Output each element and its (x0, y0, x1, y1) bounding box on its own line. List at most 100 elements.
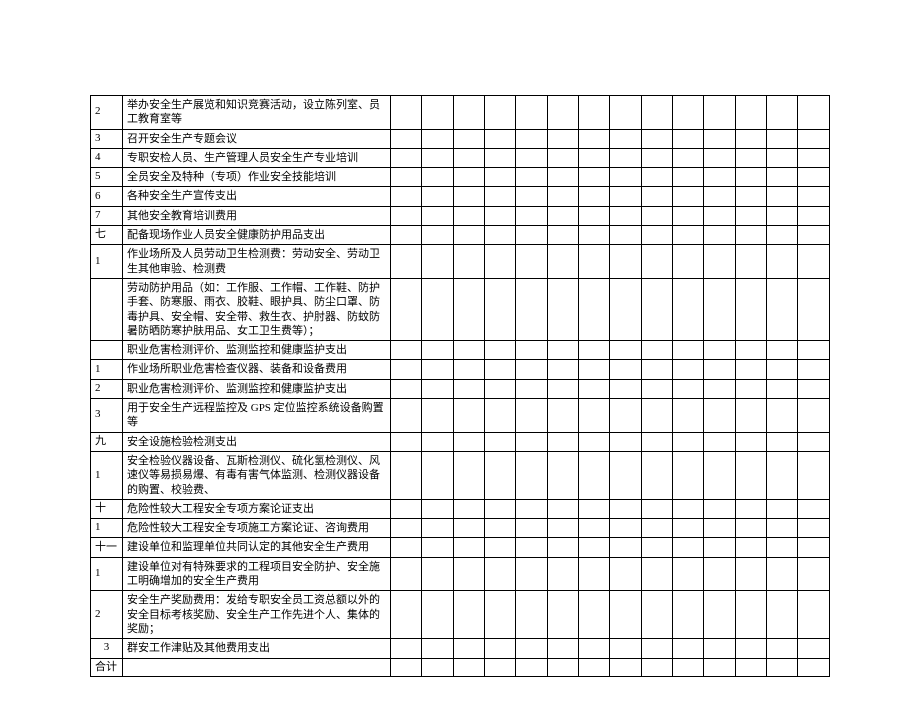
blank-cell (735, 538, 766, 557)
table-row: 6各种安全生产宣传支出 (91, 187, 830, 206)
blank-cell (704, 168, 735, 187)
blank-cell (391, 499, 422, 518)
blank-cell (547, 187, 578, 206)
blank-cell (735, 206, 766, 225)
blank-cell (422, 658, 453, 677)
blank-cell (485, 432, 516, 451)
blank-cell (767, 591, 798, 639)
blank-cell (579, 206, 610, 225)
blank-cell (391, 278, 422, 340)
blank-cell (641, 451, 672, 499)
row-number-cell: 合计 (91, 658, 123, 677)
row-description-cell: 群安工作津贴及其他费用支出 (123, 639, 391, 658)
row-description-cell: 安全生产奖励费用：发给专职安全员工资总额以外的安全目标考核奖励、安全生产工作先进… (123, 591, 391, 639)
blank-cell (673, 360, 704, 379)
blank-cell (422, 519, 453, 538)
blank-cell (610, 432, 641, 451)
row-description-cell (123, 658, 391, 677)
row-description-cell: 安全设施检验检测支出 (123, 432, 391, 451)
blank-cell (391, 538, 422, 557)
blank-cell (516, 557, 547, 591)
blank-cell (641, 379, 672, 398)
blank-cell (798, 519, 830, 538)
blank-cell (610, 379, 641, 398)
row-number-cell: 1 (91, 360, 123, 379)
blank-cell (579, 557, 610, 591)
blank-cell (735, 341, 766, 360)
blank-cell (704, 591, 735, 639)
table-row: 1作业场所及人员劳动卫生检测费：劳动安全、劳动卫生其他审验、检测费 (91, 245, 830, 279)
blank-cell (391, 206, 422, 225)
row-number-cell: 十一 (91, 538, 123, 557)
blank-cell (704, 360, 735, 379)
blank-cell (485, 96, 516, 130)
blank-cell (391, 591, 422, 639)
blank-cell (547, 538, 578, 557)
blank-cell (641, 187, 672, 206)
blank-cell (798, 129, 830, 148)
blank-cell (798, 451, 830, 499)
row-description-cell: 职业危害检测评价、监测监控和健康监护支出 (123, 341, 391, 360)
blank-cell (422, 129, 453, 148)
blank-cell (673, 557, 704, 591)
blank-cell (485, 557, 516, 591)
blank-cell (704, 499, 735, 518)
blank-cell (453, 499, 484, 518)
blank-cell (485, 226, 516, 245)
blank-cell (798, 538, 830, 557)
blank-cell (673, 519, 704, 538)
blank-cell (673, 187, 704, 206)
blank-cell (767, 360, 798, 379)
blank-cell (704, 658, 735, 677)
blank-cell (391, 129, 422, 148)
blank-cell (610, 399, 641, 433)
blank-cell (641, 168, 672, 187)
blank-cell (704, 538, 735, 557)
blank-cell (767, 379, 798, 398)
table-row: 1建设单位对有特殊要求的工程项目安全防护、安全施工明确增加的安全生产费用 (91, 557, 830, 591)
table-row: 3用于安全生产远程监控及 GPS 定位监控系统设备购置等 (91, 399, 830, 433)
blank-cell (610, 658, 641, 677)
blank-cell (422, 360, 453, 379)
blank-cell (547, 96, 578, 130)
blank-cell (453, 341, 484, 360)
blank-cell (735, 658, 766, 677)
blank-cell (422, 499, 453, 518)
table-row: 2举办安全生产展览和知识竞赛活动，设立陈列室、员工教育室等 (91, 96, 830, 130)
blank-cell (422, 168, 453, 187)
table-row: 5全员安全及特种（专项）作业安全技能培训 (91, 168, 830, 187)
table-row: 十危险性较大工程安全专项方案论证支出 (91, 499, 830, 518)
blank-cell (422, 379, 453, 398)
blank-cell (516, 360, 547, 379)
blank-cell (704, 557, 735, 591)
blank-cell (767, 499, 798, 518)
blank-cell (516, 591, 547, 639)
blank-cell (610, 278, 641, 340)
blank-cell (516, 341, 547, 360)
blank-cell (485, 206, 516, 225)
blank-cell (485, 499, 516, 518)
blank-cell (767, 226, 798, 245)
blank-cell (798, 360, 830, 379)
blank-cell (798, 557, 830, 591)
row-number-cell: 3 (91, 129, 123, 148)
table-row: 合计 (91, 658, 830, 677)
table-row: 1作业场所职业危害检查仪器、装备和设备费用 (91, 360, 830, 379)
blank-cell (391, 245, 422, 279)
blank-cell (547, 278, 578, 340)
row-number-cell: 6 (91, 187, 123, 206)
blank-cell (579, 96, 610, 130)
blank-cell (735, 451, 766, 499)
blank-cell (485, 341, 516, 360)
blank-cell (391, 148, 422, 167)
blank-cell (391, 360, 422, 379)
blank-cell (673, 341, 704, 360)
blank-cell (641, 399, 672, 433)
blank-cell (798, 245, 830, 279)
blank-cell (704, 519, 735, 538)
blank-cell (798, 187, 830, 206)
row-description-cell: 其他安全教育培训费用 (123, 206, 391, 225)
blank-cell (798, 168, 830, 187)
blank-cell (704, 451, 735, 499)
blank-cell (610, 129, 641, 148)
